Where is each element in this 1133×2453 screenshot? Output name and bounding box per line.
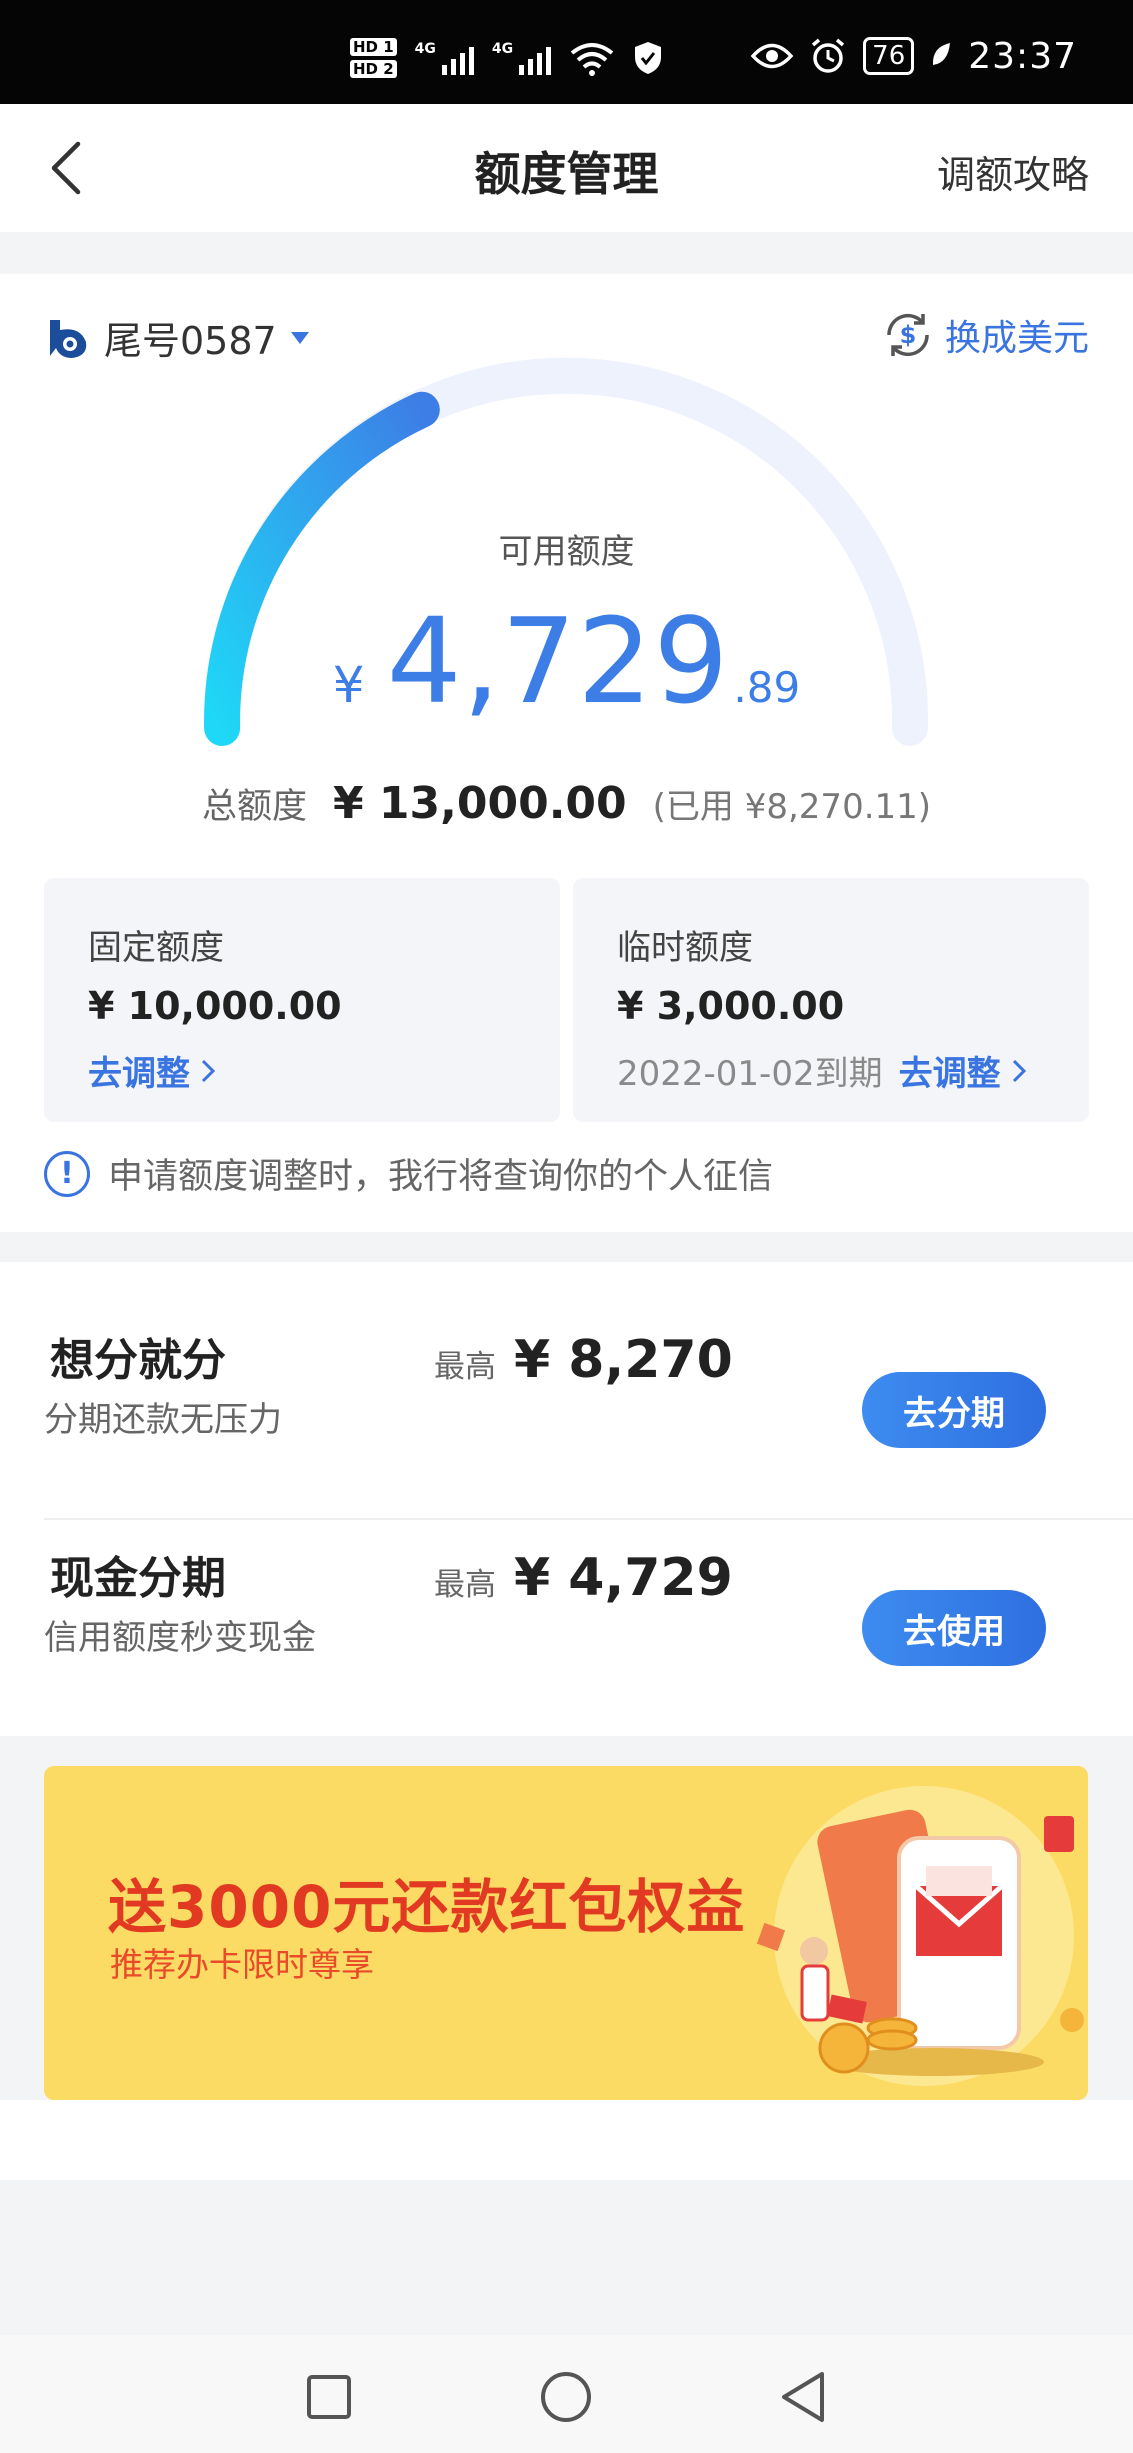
wifi-icon [570,43,614,76]
fixed-credit-label: 固定额度 [88,928,224,968]
temporary-credit-value: ¥ 3,000.00 [617,984,845,1028]
total-credit-label: 总额度 [201,787,307,827]
cash-installment-title: 现金分期 [50,1553,226,1604]
triangle-down-icon [290,331,309,344]
eye-icon [751,43,794,69]
bottom-spacer [0,2100,1133,2180]
status-time: 23:37 [968,35,1077,77]
cash-installment-subtitle: 信用额度秒变现金 [44,1618,316,1658]
promo-title: 送3000元还款红包权益 [108,1873,746,1941]
switch-usd-label: 换成美元 [944,318,1089,359]
temporary-credit-label: 临时额度 [617,928,753,968]
total-credit-row: 总额度 ¥ 13,000.00 (已用 ¥8,270.11) [0,778,1133,829]
installment-subtitle: 分期还款无压力 [44,1400,282,1440]
back-nav-button[interactable] [763,2357,843,2437]
triangle-back-icon [782,2372,824,2422]
recent-apps-button[interactable] [289,2357,369,2437]
battery-icon: 76 [863,37,915,75]
go-installment-button[interactable]: 去分期 [862,1372,1046,1448]
temporary-expire-date: 2022-01-02到期 [617,1054,883,1094]
hd-indicators: HD 1 HD 2 [350,38,397,78]
card-selector[interactable]: 尾号0587 [44,310,311,365]
leaf-icon [933,43,951,65]
installment-row: 想分就分 分期还款无压力 最高 ¥ 8,270 去分期 [0,1262,1133,1480]
used-credit-text: (已用 ¥8,270.11) [652,787,932,827]
fixed-credit-box: 固定额度 ¥ 10,000.00 去调整 [44,878,560,1122]
fixed-credit-actions: 去调整 [88,1046,216,1095]
switch-usd-button[interactable]: $ 换成美元 [881,308,1089,362]
card-tail-number: 尾号0587 [104,319,277,363]
use-cash-button[interactable]: 去使用 [862,1590,1046,1666]
available-credit-amount: ¥ 4,729 .89 [0,592,1133,730]
fixed-adjust-label: 去调整 [88,1054,190,1094]
temporary-credit-box: 临时额度 ¥ 3,000.00 2022-01-02到期 去调整 [573,878,1089,1122]
shield-icon [635,42,662,74]
installment-max-label: 最高 [434,1349,496,1385]
total-credit-value: ¥ 13,000.00 [332,778,627,829]
signal-2-icon: 4G [491,41,552,75]
status-left: HD 1 HD 2 4G 4G [350,28,663,88]
home-button[interactable] [526,2357,606,2437]
cash-installment-row: 现金分期 信用额度秒变现金 最高 ¥ 4,729 去使用 [0,1480,1133,1698]
temporary-adjust-label: 去调整 [898,1054,1001,1094]
bank-logo-icon [50,319,87,358]
cash-installment-max: 最高 ¥ 4,729 [434,1548,733,1608]
available-currency: ¥ [332,656,365,714]
fixed-adjust-link[interactable]: 去调整 [88,1046,216,1095]
cash-installment-max-label: 最高 [434,1567,496,1603]
chevron-right-icon [1012,1059,1026,1082]
promo-banner[interactable]: 送3000元还款红包权益 推荐办卡限时尊享 [44,1766,1088,2100]
network-type-2: 4G [491,41,514,57]
network-type-1: 4G [414,41,436,57]
chevron-right-icon [201,1059,216,1082]
credit-notice-text: 申请额度调整时，我行将查询你的个人征信 [108,1157,774,1197]
signal-1-icon: 4G [415,41,474,75]
status-right: 76 23:37 [751,28,1077,84]
credit-notice: ! 申请额度调整时，我行将查询你的个人征信 [44,1148,773,1199]
promo-subtitle: 推荐办卡限时尊享 [110,1945,374,1984]
status-bar: HD 1 HD 2 4G 4G 76 23:37 [0,0,1133,104]
red-envelope-illustration [756,1786,1084,2086]
installment-max-value: ¥ 8,270 [514,1330,733,1390]
info-circle-icon: ! [44,1150,90,1197]
system-nav-bar [0,2335,1133,2453]
svg-text:$: $ [900,321,917,349]
hd1-label: HD 1 [350,38,397,56]
temporary-credit-actions: 2022-01-02到期 去调整 [617,1046,1027,1095]
available-integer: 4,729 [386,592,730,730]
available-credit-label: 可用额度 [498,532,635,572]
hd2-label: HD 2 [350,60,397,78]
available-decimal: .89 [733,663,801,712]
square-icon [307,2375,351,2419]
circle-icon [541,2372,591,2422]
credit-overview-card: 尾号0587 $ 换成美元 可用额度 ¥ 4,729 .89 总额度 ¥ 13,… [0,274,1133,1232]
cash-installment-max-value: ¥ 4,729 [514,1548,733,1608]
temporary-adjust-link[interactable]: 去调整 [899,1046,1027,1095]
dollar-exchange-icon: $ [887,313,929,357]
installment-max: 最高 ¥ 8,270 [434,1330,733,1390]
alarm-icon [812,38,845,73]
adjust-strategy-link[interactable]: 调额攻略 [937,144,1089,199]
fixed-credit-value: ¥ 10,000.00 [88,984,342,1028]
installment-title: 想分就分 [50,1335,226,1386]
installment-card: 想分就分 分期还款无压力 最高 ¥ 8,270 去分期 现金分期 信用额度秒变现… [0,1262,1133,1736]
nav-header: 额度管理 调额攻略 [0,104,1133,232]
